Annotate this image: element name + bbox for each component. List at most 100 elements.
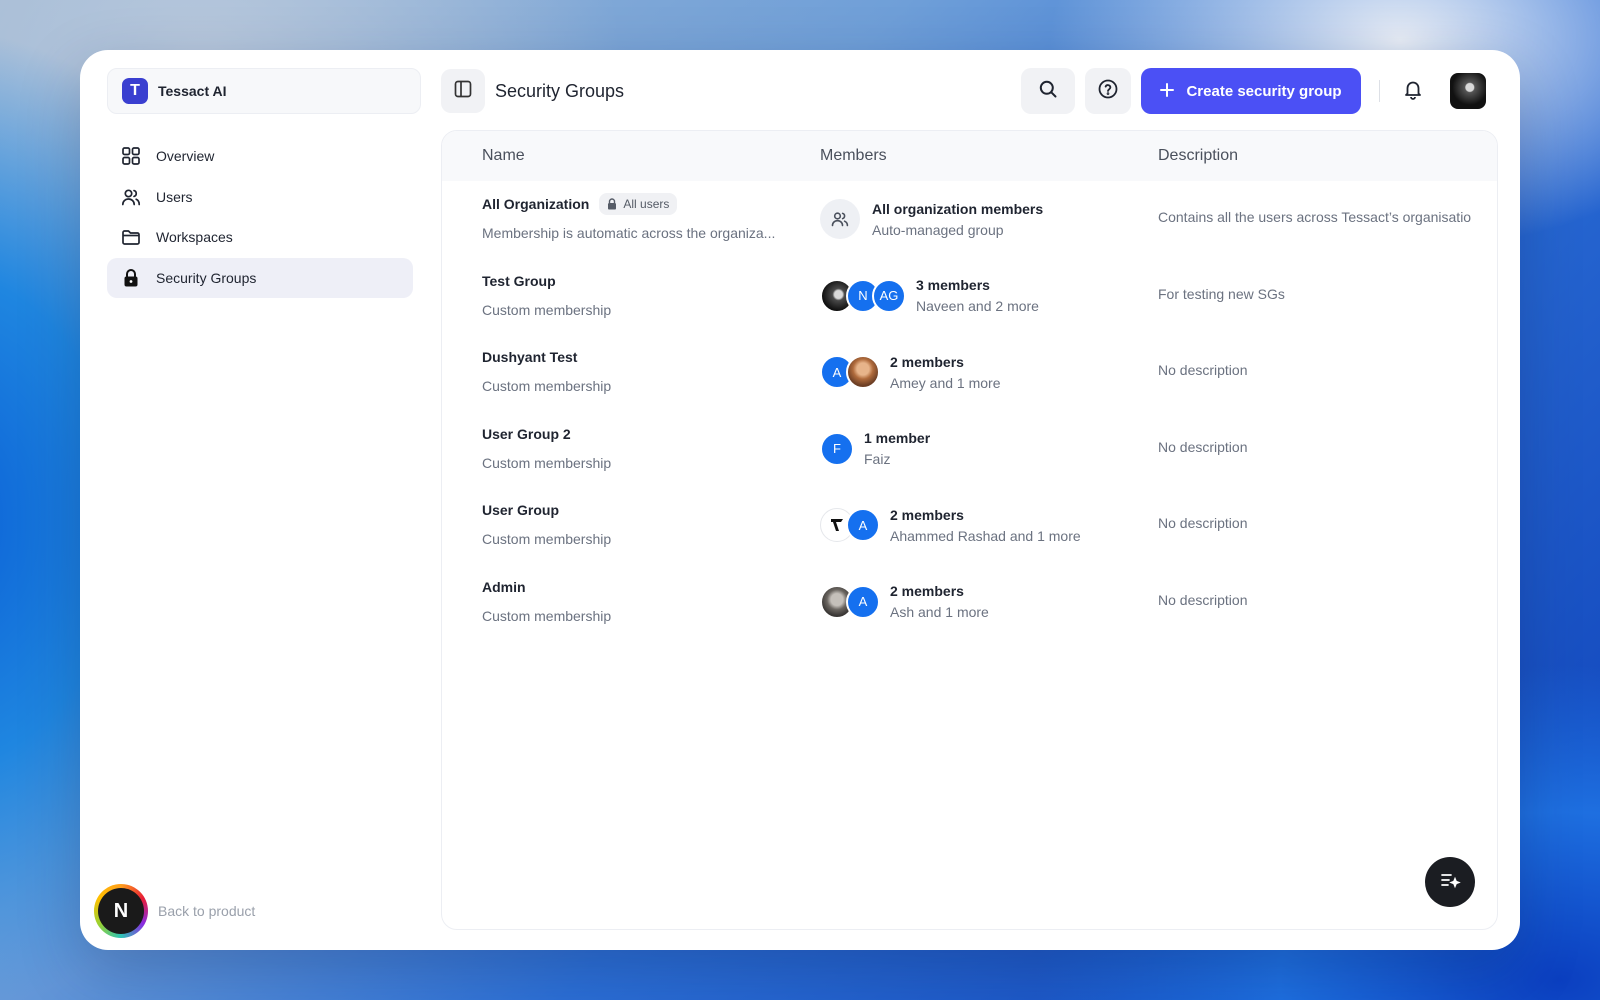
sidebar-item-users[interactable]: Users: [107, 177, 413, 217]
members-cell: All organization members Auto-managed gr…: [820, 197, 1043, 241]
org-logo: T: [122, 78, 148, 104]
bell-icon: [1402, 78, 1424, 105]
group-name: Test Group: [482, 272, 556, 289]
sidebar-item-overview[interactable]: Overview: [107, 136, 413, 176]
member-avatar: AG: [872, 278, 906, 313]
members-cell: A 2 members Ash and 1 more: [820, 580, 989, 624]
brand-logo-icon: [831, 519, 843, 531]
group-description: No description: [1158, 438, 1248, 455]
folder-icon: [121, 227, 141, 247]
group-membership-type: Custom membership: [482, 607, 612, 624]
product-avatar: N: [94, 884, 148, 938]
create-security-group-button[interactable]: Create security group: [1141, 68, 1361, 114]
group-name: User Group 2: [482, 425, 571, 442]
members-cell: A 2 members Ahammed Rashad and 1 more: [820, 503, 1081, 547]
members-cell: N AG 3 members Naveen and 2 more: [820, 274, 1039, 318]
sidebar-item-label: Security Groups: [156, 269, 257, 286]
column-header-description: Description: [1158, 147, 1239, 164]
members-cell: A 2 members Amey and 1 more: [820, 350, 1001, 394]
table-header: Name Members Description: [442, 131, 1497, 181]
member-avatar: [846, 355, 880, 389]
table-row[interactable]: Dushyant Test Custom membership A 2 memb…: [442, 334, 1497, 411]
notifications-button[interactable]: [1398, 76, 1428, 106]
group-membership-type: Custom membership: [482, 454, 612, 471]
org-switcher[interactable]: T Tessact AI: [107, 68, 421, 114]
sidebar-toggle-icon: [453, 79, 473, 104]
table-row[interactable]: Admin Custom membership A 2 members Ash …: [442, 564, 1497, 641]
sparkle-list-icon: [1439, 869, 1461, 896]
table-row[interactable]: User Group 2 Custom membership F 1 membe…: [442, 411, 1497, 488]
sidebar-item-label: Users: [156, 188, 193, 205]
sidebar-item-workspaces[interactable]: Workspaces: [107, 217, 413, 257]
members-count: 1 member: [864, 430, 931, 446]
group-description: No description: [1158, 515, 1248, 531]
group-name: User Group: [482, 502, 560, 518]
member-avatars: A: [820, 355, 880, 389]
members-names: Ash and 1 more: [890, 604, 989, 620]
user-avatar[interactable]: [1450, 73, 1486, 109]
header: Security Groups Create security group: [441, 68, 1486, 114]
create-button-label: Create security group: [1186, 82, 1342, 100]
assistant-fab-button[interactable]: [1425, 857, 1475, 907]
table-row[interactable]: All Organization All users Membership is…: [442, 181, 1497, 258]
members-names: Faiz: [864, 451, 891, 467]
members-count: 2 members: [890, 506, 964, 523]
group-icon: [820, 199, 860, 239]
lock-icon: [607, 198, 617, 210]
group-description: Contains all the users across Tessact’s …: [1158, 209, 1472, 225]
search-icon: [1038, 79, 1058, 104]
group-name: All Organization: [482, 196, 590, 212]
lock-icon: [121, 268, 141, 288]
back-to-product-label: Back to product: [158, 903, 256, 919]
group-name-cell: Test Group Custom membership: [482, 270, 802, 318]
group-membership-type: Custom membership: [482, 301, 612, 318]
sidebar-item-label: Workspaces: [156, 229, 233, 245]
app-window: T Tessact AI Overview Users Workspaces S…: [80, 50, 1520, 950]
sidebar: T Tessact AI Overview Users Workspaces S…: [80, 50, 421, 950]
table-row[interactable]: Test Group Custom membership N AG 3 memb…: [442, 258, 1497, 335]
group-description: No description: [1158, 362, 1248, 378]
sidebar-item-security-groups[interactable]: Security Groups: [107, 257, 413, 298]
group-description: For testing new SGs: [1158, 285, 1285, 302]
member-avatars: F: [820, 431, 854, 466]
members-count: 3 members: [916, 277, 990, 293]
group-name: Admin: [482, 578, 526, 595]
help-button[interactable]: [1085, 68, 1131, 114]
group-description: No description: [1158, 591, 1248, 608]
members-names: Naveen and 2 more: [916, 298, 1039, 314]
member-avatar: F: [820, 431, 854, 466]
all-users-badge: All users: [599, 193, 678, 215]
users-icon: [121, 187, 141, 207]
security-groups-table: Name Members Description All Organizatio…: [441, 130, 1498, 930]
members-count: 2 members: [890, 353, 964, 370]
members-count: 2 members: [890, 583, 964, 599]
group-name: Dushyant Test: [482, 349, 578, 365]
header-divider: [1379, 80, 1380, 102]
header-actions: Create security group: [1021, 68, 1486, 114]
members-count: All organization members: [872, 200, 1044, 217]
column-header-name: Name: [482, 147, 525, 164]
plus-icon: [1160, 81, 1175, 101]
members-cell: F 1 member Faiz: [820, 427, 930, 471]
members-names: Amey and 1 more: [890, 374, 1001, 391]
sidebar-toggle-button[interactable]: [441, 69, 485, 113]
page-title: Security Groups: [495, 80, 625, 101]
grid-icon: [121, 146, 141, 166]
member-avatars: A: [820, 584, 880, 619]
members-names: Auto-managed group: [872, 221, 1004, 238]
member-avatars: A: [820, 508, 880, 542]
group-membership-type: Custom membership: [482, 531, 612, 547]
member-avatar: A: [846, 508, 880, 542]
sidebar-nav: Overview Users Workspaces Security Group…: [107, 136, 413, 298]
badge-label: All users: [623, 197, 670, 211]
group-name-cell: Admin Custom membership: [482, 576, 802, 624]
members-names: Ahammed Rashad and 1 more: [890, 527, 1081, 544]
product-avatar-initial: N: [98, 888, 144, 934]
group-membership-type: Membership is automatic across the organ…: [482, 225, 776, 241]
group-name-cell: User Group Custom membership: [482, 499, 802, 547]
back-to-product[interactable]: N Back to product: [94, 884, 255, 938]
table-row[interactable]: User Group Custom membership A 2 members…: [442, 487, 1497, 564]
group-name-cell: User Group 2 Custom membership: [482, 423, 802, 471]
group-name-cell: All Organization All users Membership is…: [482, 193, 802, 241]
search-button[interactable]: [1021, 68, 1075, 114]
